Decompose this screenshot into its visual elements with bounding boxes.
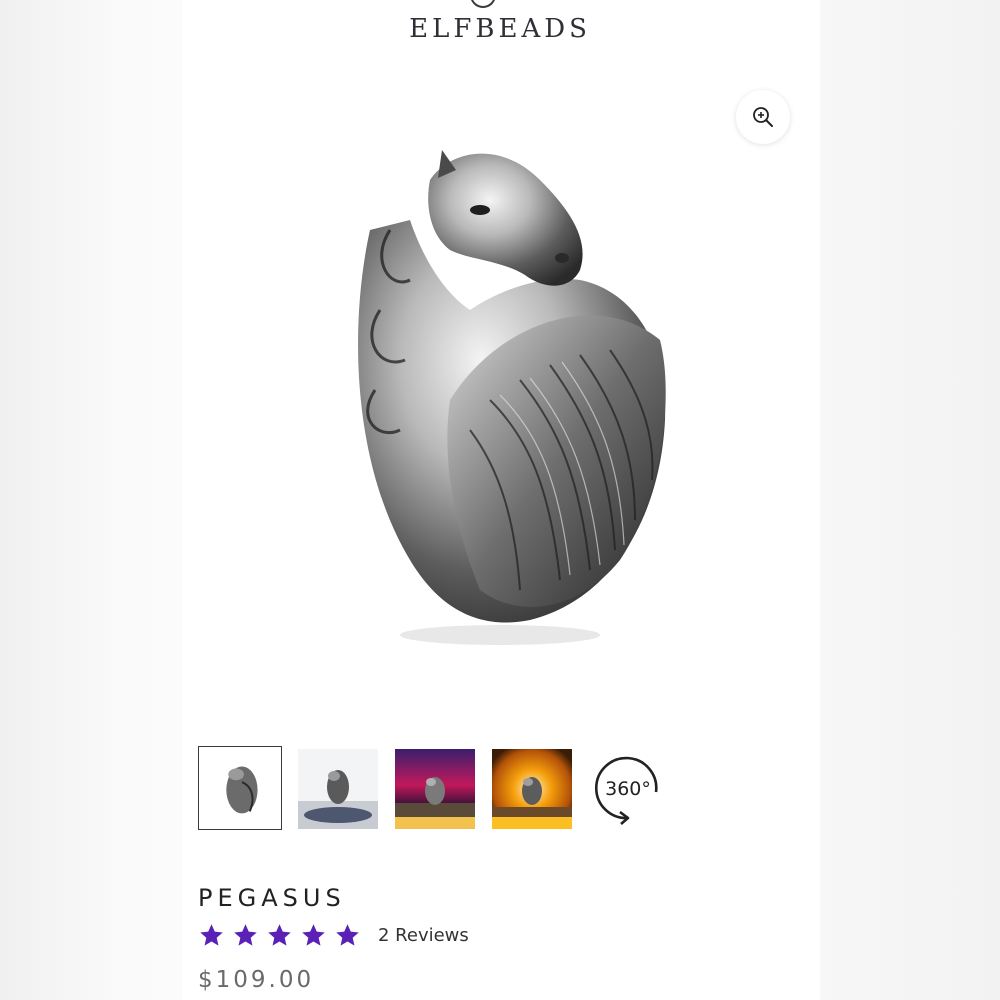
thumb-1-image bbox=[199, 747, 281, 829]
thumb-2-image bbox=[298, 749, 378, 829]
thumb-3[interactable] bbox=[395, 749, 475, 829]
zoom-button[interactable] bbox=[736, 90, 790, 144]
reviews-link[interactable]: 2 Reviews bbox=[378, 925, 469, 946]
product-title: PEGASUS bbox=[198, 884, 346, 912]
header: ELFBEADS bbox=[0, 0, 1000, 50]
star-icon bbox=[336, 924, 359, 946]
thumb-4-image bbox=[492, 749, 572, 829]
star-icon bbox=[234, 924, 257, 946]
star-icon bbox=[268, 924, 291, 946]
rotate-360-label: 360° bbox=[605, 778, 651, 800]
logo-arc bbox=[470, 0, 496, 8]
thumb-4[interactable] bbox=[492, 749, 572, 829]
rotate-360-button[interactable]: 360° bbox=[594, 752, 662, 826]
zoom-in-icon bbox=[753, 107, 773, 127]
star-icon bbox=[302, 924, 325, 946]
thumb-1[interactable] bbox=[198, 746, 282, 830]
pegasus-bead-image bbox=[358, 150, 666, 645]
thumb-2[interactable] bbox=[298, 749, 378, 829]
product-main-image[interactable] bbox=[330, 140, 680, 650]
star-icon bbox=[200, 924, 223, 946]
thumb-3-image bbox=[395, 749, 475, 829]
rotate-360-icon: 360° bbox=[594, 756, 658, 825]
brand-logo[interactable]: ELFBEADS bbox=[0, 14, 1000, 44]
product-rating[interactable]: 2 Reviews bbox=[198, 922, 469, 949]
product-price: $109.00 bbox=[198, 967, 315, 993]
